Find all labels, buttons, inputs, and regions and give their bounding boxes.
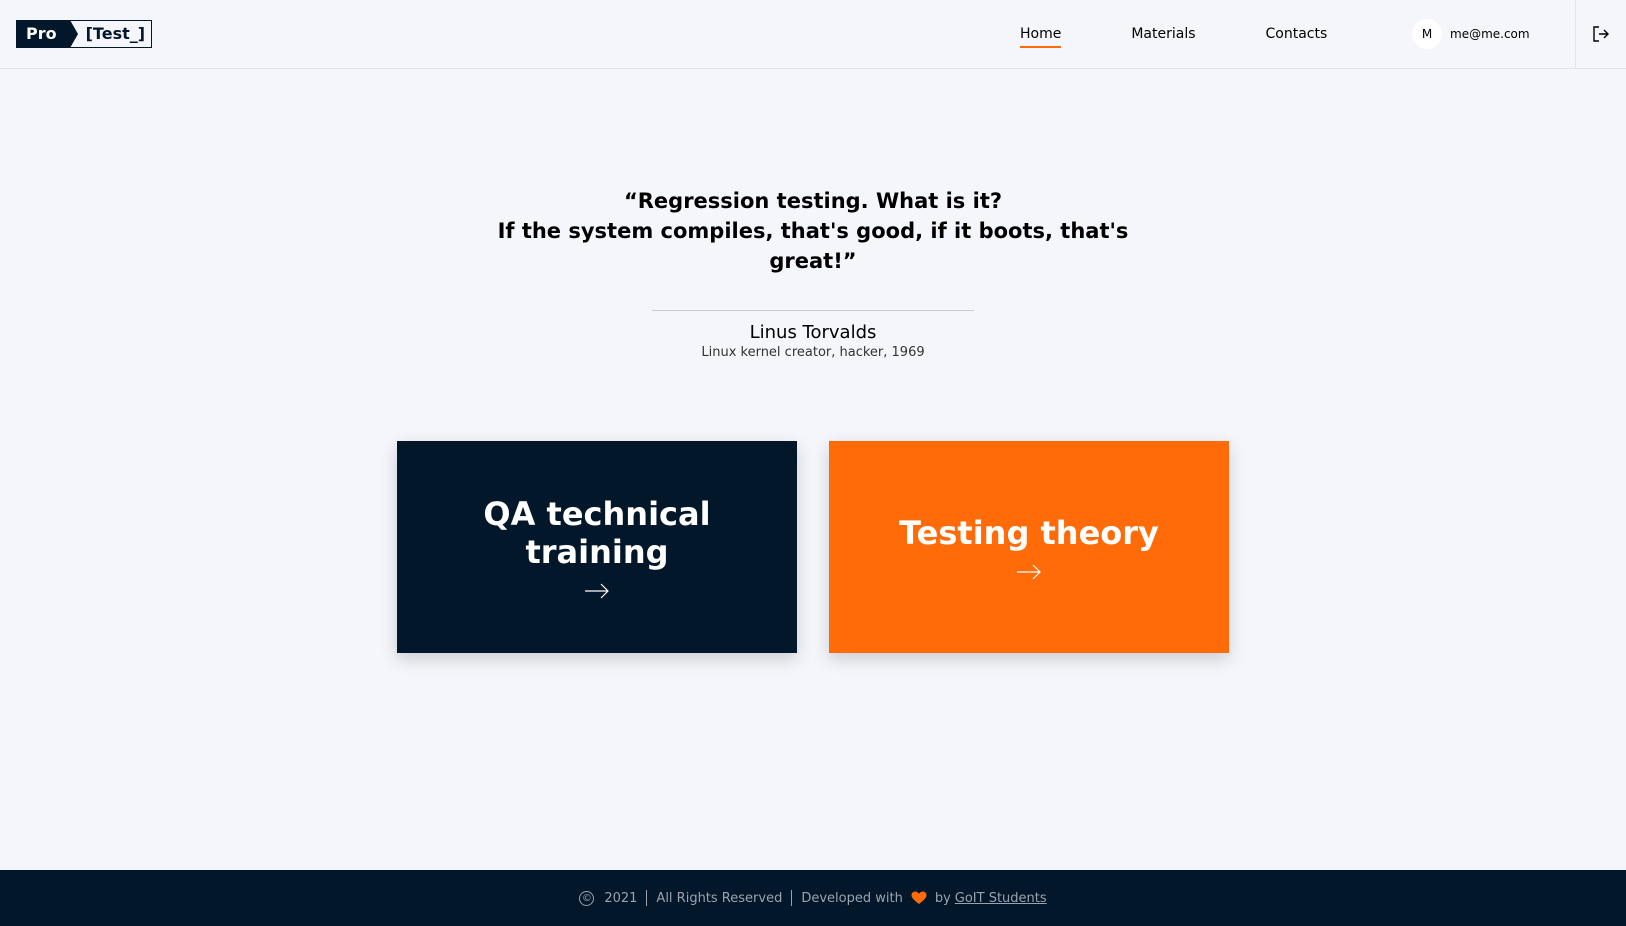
footer-by: by: [934, 890, 951, 906]
nav-home[interactable]: Home: [1020, 22, 1062, 48]
card-title: QA technical training: [483, 495, 711, 571]
logo-pro: Pro: [16, 20, 78, 48]
user-email: me@me.com: [1450, 27, 1530, 41]
logo[interactable]: Pro [Test_]: [16, 20, 153, 48]
logout-icon: [1593, 26, 1609, 42]
copyright-icon: ©: [579, 890, 595, 906]
quote: “Regression testing. What is it? If the …: [480, 186, 1146, 276]
avatar: M: [1412, 19, 1442, 49]
quote-author: Linus Torvalds: [749, 322, 877, 343]
nav-materials[interactable]: Materials: [1131, 22, 1195, 46]
footer-rights: All Rights Reserved: [656, 890, 783, 906]
heart-icon: [911, 891, 927, 905]
footer-developed: Developed with: [801, 890, 903, 906]
site-footer: © 2021 All Rights Reserved Developed wit…: [0, 870, 1626, 926]
quote-line-1: “Regression testing. What is it?: [623, 189, 1003, 213]
footer-year: 2021: [604, 890, 638, 906]
qa-training-card[interactable]: QA technical training: [397, 441, 797, 653]
logout-button[interactable]: [1575, 0, 1626, 68]
footer-link-goit[interactable]: GoIT Students: [955, 891, 1047, 906]
site-header: Pro [Test_] Home Materials Contacts M me…: [0, 0, 1626, 69]
testing-theory-card[interactable]: Testing theory: [829, 441, 1229, 653]
quote-author-description: Linux kernel creator, hacker, 1969: [701, 345, 925, 360]
arrow-right-icon: [1017, 564, 1041, 580]
footer-divider: [791, 890, 793, 906]
nav-contacts[interactable]: Contacts: [1266, 22, 1328, 46]
logo-test: [Test_]: [69, 20, 153, 48]
footer-divider: [646, 890, 648, 906]
user-info: M me@me.com: [1412, 19, 1530, 49]
card-title: Testing theory: [899, 514, 1159, 552]
quote-line-2: If the system compiles, that's good, if …: [497, 219, 1129, 273]
arrow-right-icon: [585, 583, 609, 599]
quote-divider: [652, 310, 974, 311]
main-nav: Home Materials Contacts: [1020, 0, 1327, 68]
